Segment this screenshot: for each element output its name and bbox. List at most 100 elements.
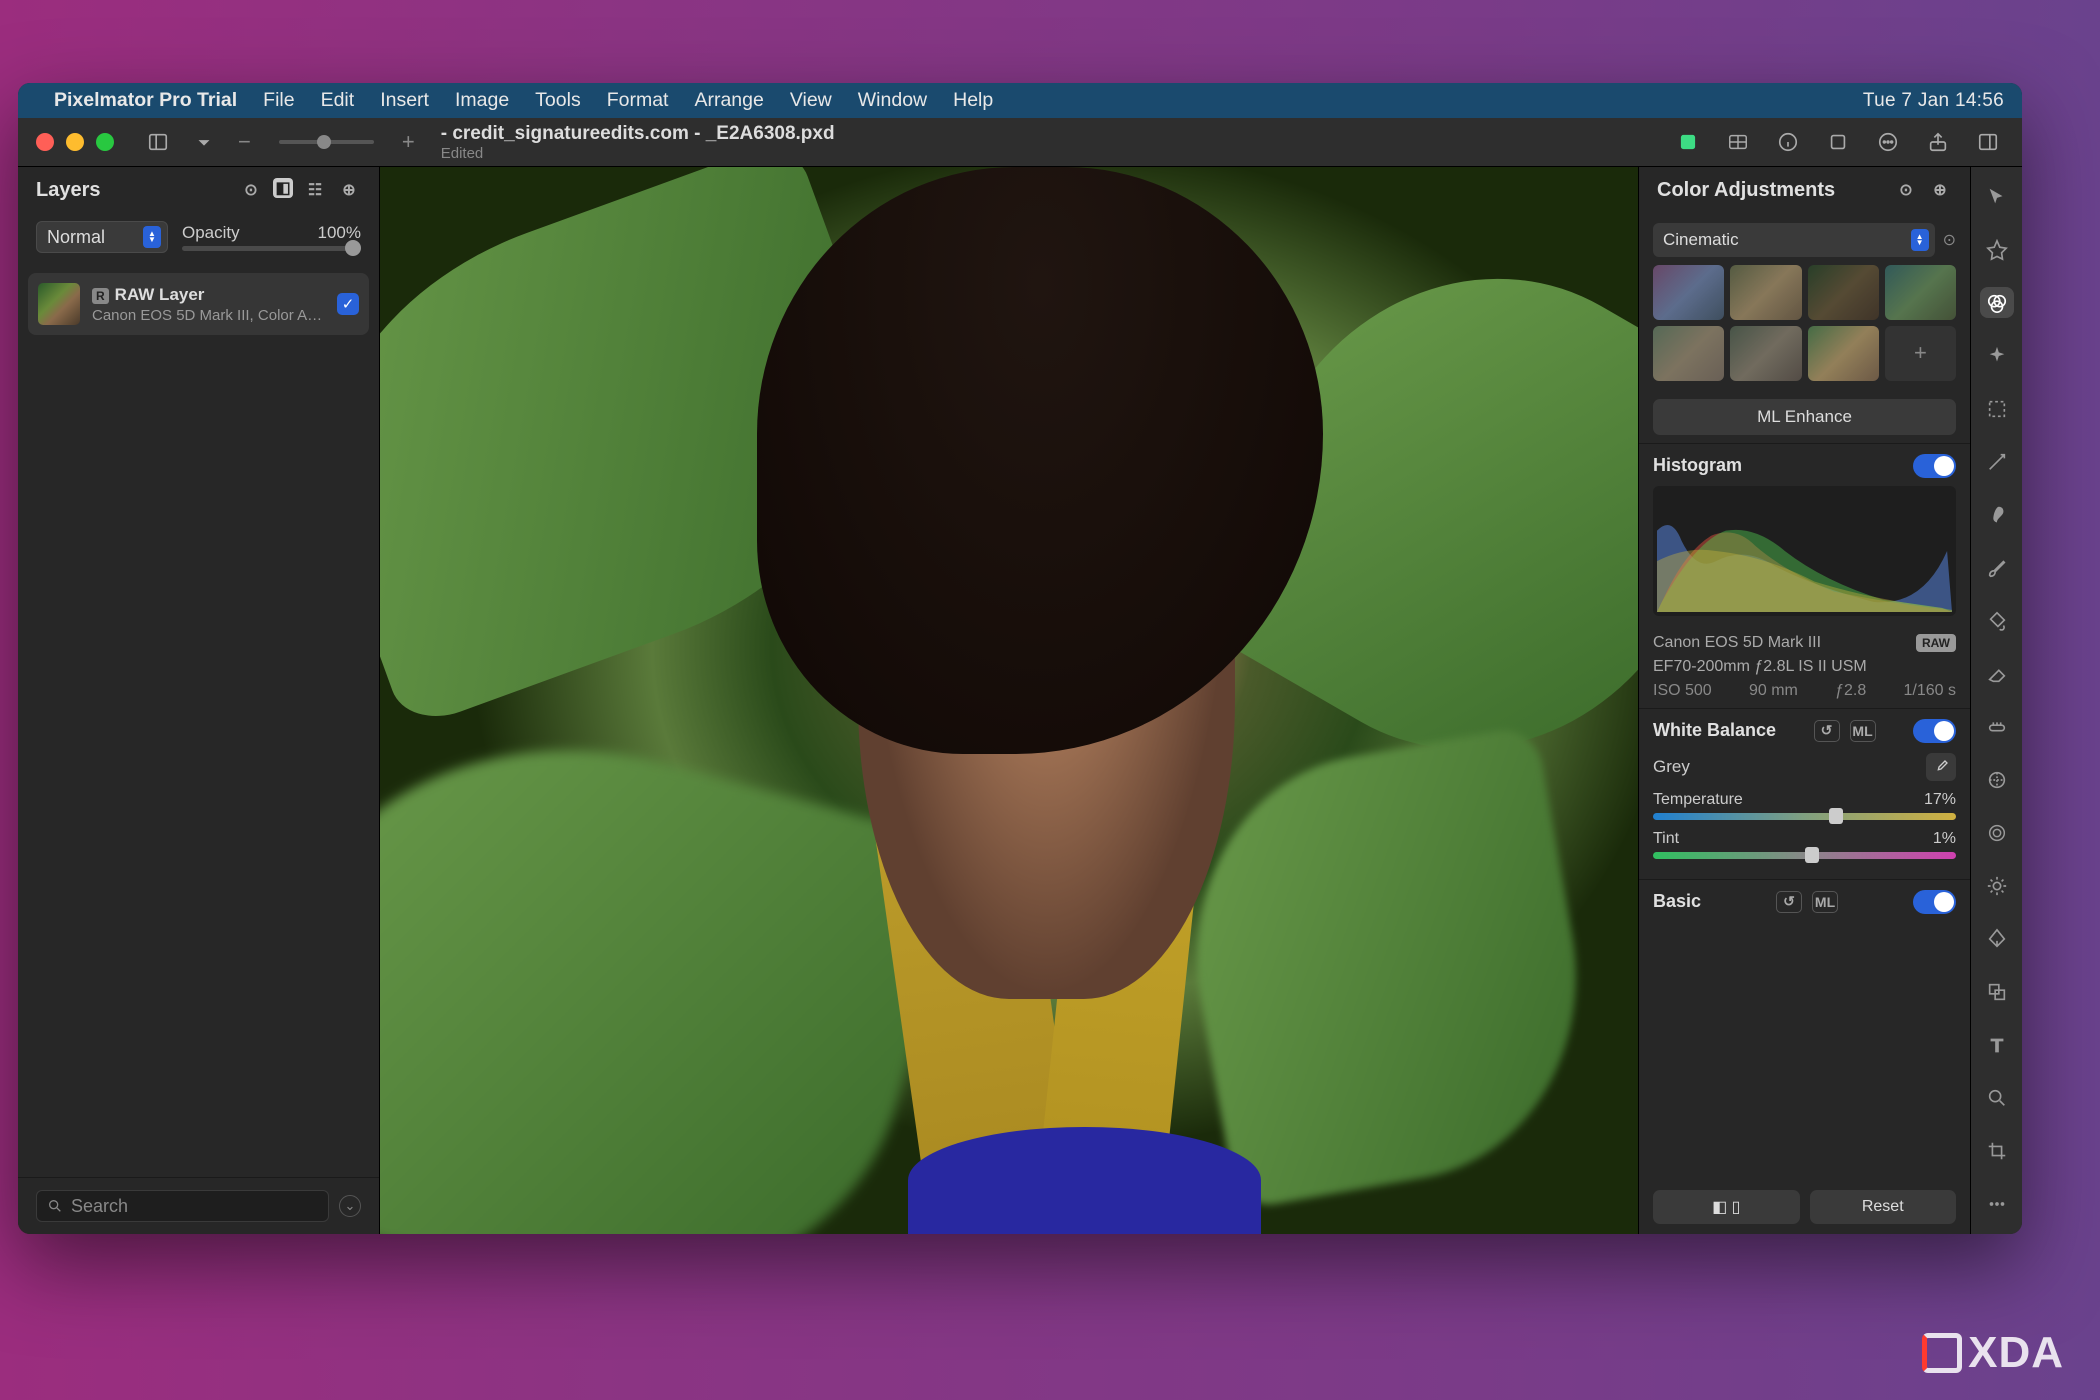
- layer-row[interactable]: R RAW Layer Canon EOS 5D Mark III, Color …: [28, 273, 369, 335]
- menubar-items: Pixelmator Pro Trial File Edit Insert Im…: [54, 89, 993, 112]
- basic-section-label: Basic: [1653, 891, 1701, 912]
- sidebar-toggle-button[interactable]: [142, 126, 174, 158]
- preset-thumb[interactable]: [1730, 265, 1801, 320]
- menu-tools[interactable]: Tools: [535, 89, 581, 112]
- preset-thumb[interactable]: [1653, 326, 1724, 381]
- marquee-tool-icon[interactable]: [1980, 393, 2014, 424]
- preset-more-icon[interactable]: ⊙: [1943, 230, 1956, 250]
- temperature-slider[interactable]: [1653, 813, 1956, 820]
- ml-badge[interactable]: ML: [1812, 891, 1838, 913]
- menubar-datetime[interactable]: Tue 7 Jan 14:56: [1863, 90, 2004, 112]
- tint-slider[interactable]: [1653, 852, 1956, 859]
- exif-aperture: ƒ2.8: [1835, 682, 1866, 700]
- zoom-out-button[interactable]: −: [238, 129, 251, 155]
- preset-thumb[interactable]: [1730, 326, 1801, 381]
- style-tool-icon[interactable]: [1980, 234, 2014, 265]
- more-options-icon[interactable]: [1872, 126, 1904, 158]
- clone-tool-icon[interactable]: [1980, 765, 2014, 796]
- view-dropdown-button[interactable]: [188, 126, 220, 158]
- reset-basic-icon[interactable]: ↺: [1776, 891, 1802, 913]
- paint-tool-icon[interactable]: [1980, 499, 2014, 530]
- menu-insert[interactable]: Insert: [380, 89, 429, 112]
- color-tag-button[interactable]: [1672, 126, 1704, 158]
- minimize-window-button[interactable]: [66, 133, 84, 151]
- layers-search-input[interactable]: Search: [36, 1190, 329, 1222]
- eyedropper-button[interactable]: [1926, 753, 1956, 781]
- adjustments-options-icon[interactable]: ⊙: [1894, 178, 1918, 202]
- temperature-value: 17%: [1924, 791, 1956, 809]
- layers-stack-icon[interactable]: ☷: [303, 178, 327, 202]
- lighten-tool-icon[interactable]: [1980, 871, 2014, 902]
- crop-tool-icon[interactable]: [1980, 1136, 2014, 1167]
- search-icon: [47, 1198, 63, 1214]
- chevron-updown-icon: ▲▼: [1911, 229, 1929, 251]
- menu-arrange[interactable]: Arrange: [694, 89, 763, 112]
- close-window-button[interactable]: [36, 133, 54, 151]
- compare-icon[interactable]: [1722, 126, 1754, 158]
- exif-focal: 90 mm: [1749, 682, 1798, 700]
- layers-options-icon[interactable]: ⊙: [239, 178, 263, 202]
- raw-badge-icon: R: [92, 288, 109, 304]
- text-tool-icon[interactable]: [1980, 1030, 2014, 1061]
- preset-group-select[interactable]: Cinematic ▲▼: [1653, 223, 1935, 257]
- brush-tool-icon[interactable]: [1980, 552, 2014, 583]
- color-adjust-tool-icon[interactable]: [1980, 287, 2014, 318]
- canvas[interactable]: [380, 167, 1638, 1234]
- add-preset-button[interactable]: +: [1885, 326, 1956, 381]
- fullscreen-window-button[interactable]: [96, 133, 114, 151]
- preset-thumb[interactable]: [1653, 265, 1724, 320]
- more-tools-icon[interactable]: [1980, 1189, 2014, 1220]
- zoom-slider[interactable]: [279, 140, 374, 144]
- info-icon[interactable]: [1772, 126, 1804, 158]
- menu-help[interactable]: Help: [953, 89, 993, 112]
- menu-view[interactable]: View: [790, 89, 832, 112]
- menu-file[interactable]: File: [263, 89, 294, 112]
- ml-enhance-button[interactable]: ML Enhance: [1653, 399, 1956, 435]
- menubar-app-name[interactable]: Pixelmator Pro Trial: [54, 89, 237, 112]
- layer-name: RAW Layer: [115, 285, 205, 304]
- layer-subtitle: Canon EOS 5D Mark III, Color A…: [92, 307, 325, 324]
- reset-button[interactable]: Reset: [1810, 1190, 1957, 1224]
- preset-thumb[interactable]: [1808, 326, 1879, 381]
- opacity-slider[interactable]: [182, 246, 361, 251]
- basic-toggle[interactable]: [1913, 890, 1956, 914]
- share-icon[interactable]: [1922, 126, 1954, 158]
- panel-toggle-icon[interactable]: [1972, 126, 2004, 158]
- fill-tool-icon[interactable]: [1980, 605, 2014, 636]
- menu-edit[interactable]: Edit: [321, 89, 355, 112]
- zoom-in-button[interactable]: +: [402, 129, 415, 155]
- arrow-tool-icon[interactable]: [1980, 181, 2014, 212]
- layer-thumbnail: [38, 283, 80, 325]
- window-controls: [36, 133, 114, 151]
- tint-label: Tint: [1653, 830, 1679, 848]
- layers-panel-title: Layers: [36, 179, 101, 202]
- pen-tool-icon[interactable]: [1980, 924, 2014, 955]
- effects-tool-icon[interactable]: [1980, 340, 2014, 371]
- menu-format[interactable]: Format: [607, 89, 669, 112]
- eraser-tool-icon[interactable]: [1980, 658, 2014, 689]
- opacity-label: Opacity: [182, 223, 240, 243]
- blend-mode-select[interactable]: Normal ▲▼: [36, 221, 168, 253]
- ml-badge[interactable]: ML: [1850, 720, 1876, 742]
- crop-export-icon[interactable]: [1822, 126, 1854, 158]
- zoom-tool-icon[interactable]: [1980, 1083, 2014, 1114]
- preset-thumb[interactable]: [1885, 265, 1956, 320]
- compare-split-button[interactable]: ◧ ▯: [1653, 1190, 1800, 1224]
- repair-tool-icon[interactable]: [1980, 711, 2014, 742]
- layers-mask-icon[interactable]: ◧: [273, 178, 293, 198]
- add-layer-icon[interactable]: ⊕: [337, 178, 361, 202]
- histogram-label: Histogram: [1653, 455, 1742, 476]
- add-adjustment-icon[interactable]: ⊕: [1928, 178, 1952, 202]
- menu-image[interactable]: Image: [455, 89, 509, 112]
- menu-window[interactable]: Window: [858, 89, 927, 112]
- histogram-toggle[interactable]: [1913, 454, 1956, 478]
- filter-icon[interactable]: ⌄: [339, 1195, 361, 1217]
- reset-wb-icon[interactable]: ↺: [1814, 720, 1840, 742]
- preset-thumb[interactable]: [1808, 265, 1879, 320]
- white-balance-toggle[interactable]: [1913, 719, 1956, 743]
- magic-select-tool-icon[interactable]: [1980, 446, 2014, 477]
- shape-tool-icon[interactable]: [1980, 977, 2014, 1008]
- app-window: Pixelmator Pro Trial File Edit Insert Im…: [18, 83, 2022, 1234]
- layer-visibility-checkbox[interactable]: ✓: [337, 293, 359, 315]
- warp-tool-icon[interactable]: [1980, 818, 2014, 849]
